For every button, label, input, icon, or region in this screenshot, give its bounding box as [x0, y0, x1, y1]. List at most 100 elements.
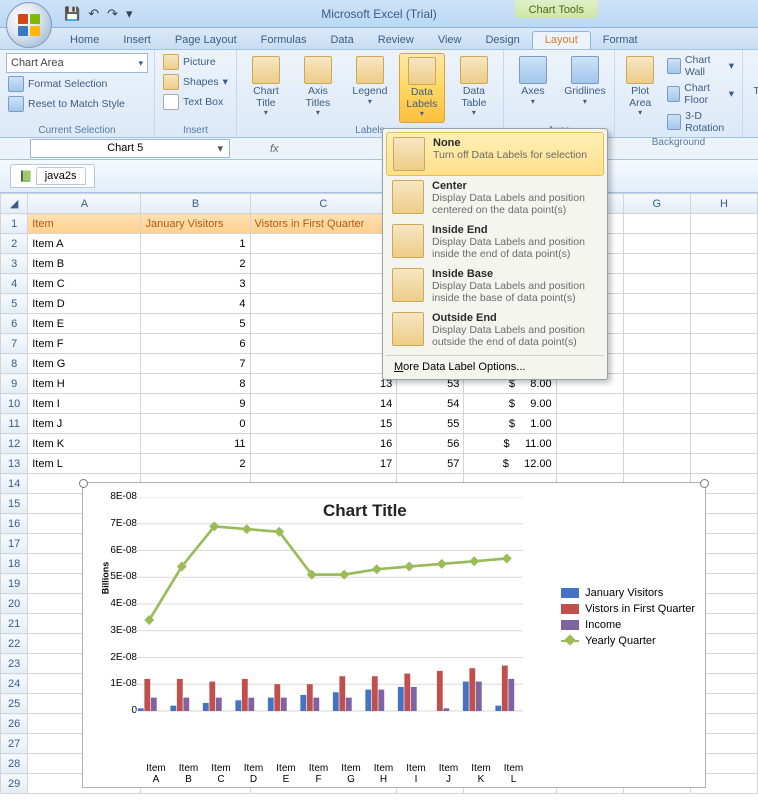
undo-icon[interactable]: ↶ — [88, 6, 99, 22]
cell-C10[interactable]: 14 — [250, 394, 397, 414]
row-header-9[interactable]: 9 — [1, 374, 28, 394]
trendline-button[interactable]: Trendlin — [749, 53, 758, 101]
chart-wall-button[interactable]: Chart Wall ▾ — [665, 53, 736, 79]
3d-rotation-button[interactable]: 3-D Rotation — [665, 109, 736, 135]
col-header-B[interactable]: B — [141, 194, 250, 214]
worksheet-grid[interactable]: ◢ABCDEFGH1ItemJanuary VisitorsVistors in… — [0, 193, 758, 794]
select-all-cell[interactable]: ◢ — [1, 194, 28, 214]
col-header-H[interactable]: H — [690, 194, 757, 214]
shapes-button[interactable]: Shapes ▾ — [161, 73, 230, 91]
tab-design[interactable]: Design — [473, 32, 531, 49]
data-labels-option-center[interactable]: CenterDisplay Data Labels and position c… — [386, 176, 604, 220]
row-header-4[interactable]: 4 — [1, 274, 28, 294]
data-labels-option-inside-base[interactable]: Inside BaseDisplay Data Labels and posit… — [386, 264, 604, 308]
row-header-28[interactable]: 28 — [1, 754, 28, 774]
cell-A2[interactable]: Item A — [28, 234, 141, 254]
embedded-chart[interactable]: Billions Chart Title 01E-082E-083E-084E-… — [82, 482, 706, 788]
cell-B11[interactable]: 0 — [141, 414, 250, 434]
picture-button[interactable]: Picture — [161, 53, 230, 71]
row-header-13[interactable]: 13 — [1, 454, 28, 474]
legend-item[interactable]: Income — [561, 619, 695, 631]
cell-C3[interactable] — [250, 254, 397, 274]
row-header-6[interactable]: 6 — [1, 314, 28, 334]
row-header-25[interactable]: 25 — [1, 694, 28, 714]
cell-B2[interactable]: 1 — [141, 234, 250, 254]
tab-formulas[interactable]: Formulas — [249, 32, 319, 49]
row-header-11[interactable]: 11 — [1, 414, 28, 434]
cell-D13[interactable]: 57 — [397, 454, 464, 474]
cell-C1[interactable]: Vistors in First Quarter — [250, 214, 397, 234]
cell-A9[interactable]: Item H — [28, 374, 141, 394]
cell-C8[interactable] — [250, 354, 397, 374]
cell-B9[interactable]: 8 — [141, 374, 250, 394]
col-header-A[interactable]: A — [28, 194, 141, 214]
row-header-10[interactable]: 10 — [1, 394, 28, 414]
cell-A7[interactable]: Item F — [28, 334, 141, 354]
workbook-tab-java2s[interactable]: 📗 java2s — [10, 164, 95, 188]
cell-A13[interactable]: Item L — [28, 454, 141, 474]
cell-B10[interactable]: 9 — [141, 394, 250, 414]
cell-C6[interactable] — [250, 314, 397, 334]
fx-icon[interactable]: fx — [270, 143, 279, 155]
tab-home[interactable]: Home — [58, 32, 111, 49]
cell-C5[interactable] — [250, 294, 397, 314]
data-labels-option-inside-end[interactable]: Inside EndDisplay Data Labels and positi… — [386, 220, 604, 264]
row-header-8[interactable]: 8 — [1, 354, 28, 374]
data-labels-option-none[interactable]: NoneTurn off Data Labels for selection — [386, 132, 604, 176]
cell-B6[interactable]: 5 — [141, 314, 250, 334]
cell-B13[interactable]: 2 — [141, 454, 250, 474]
cell-B3[interactable]: 2 — [141, 254, 250, 274]
row-header-7[interactable]: 7 — [1, 334, 28, 354]
row-header-20[interactable]: 20 — [1, 594, 28, 614]
cell-B12[interactable]: 11 — [141, 434, 250, 454]
cell-A12[interactable]: Item K — [28, 434, 141, 454]
cell-E11[interactable]: $ 1.00 — [464, 414, 556, 434]
cell-C9[interactable]: 13 — [250, 374, 397, 394]
row-header-2[interactable]: 2 — [1, 234, 28, 254]
legend-item[interactable]: Yearly Quarter — [561, 635, 695, 647]
row-header-3[interactable]: 3 — [1, 254, 28, 274]
row-header-16[interactable]: 16 — [1, 514, 28, 534]
data-table-button[interactable]: Data Table — [451, 53, 497, 123]
cell-D12[interactable]: 56 — [397, 434, 464, 454]
row-header-21[interactable]: 21 — [1, 614, 28, 634]
name-box[interactable]: Chart 5 — [30, 139, 230, 158]
cell-B4[interactable]: 3 — [141, 274, 250, 294]
row-header-27[interactable]: 27 — [1, 734, 28, 754]
axis-titles-button[interactable]: Axis Titles — [295, 53, 341, 123]
gridlines-button[interactable]: Gridlines — [562, 53, 608, 109]
row-header-26[interactable]: 26 — [1, 714, 28, 734]
cell-D11[interactable]: 55 — [397, 414, 464, 434]
chart-element-combo[interactable]: Chart Area — [6, 53, 148, 73]
cell-D10[interactable]: 54 — [397, 394, 464, 414]
office-button[interactable] — [6, 2, 52, 48]
data-labels-option-outside-end[interactable]: Outside EndDisplay Data Labels and posit… — [386, 308, 604, 352]
cell-B1[interactable]: January Visitors — [141, 214, 250, 234]
tab-data[interactable]: Data — [318, 32, 365, 49]
cell-A1[interactable]: Item — [28, 214, 141, 234]
col-header-C[interactable]: C — [250, 194, 397, 214]
tab-view[interactable]: View — [426, 32, 474, 49]
row-header-19[interactable]: 19 — [1, 574, 28, 594]
cell-E13[interactable]: $ 12.00 — [464, 454, 556, 474]
row-header-22[interactable]: 22 — [1, 634, 28, 654]
row-header-24[interactable]: 24 — [1, 674, 28, 694]
cell-A5[interactable]: Item D — [28, 294, 141, 314]
data-labels-button[interactable]: Data Labels — [399, 53, 445, 123]
legend-button[interactable]: Legend — [347, 53, 393, 123]
cell-C11[interactable]: 15 — [250, 414, 397, 434]
cell-B5[interactable]: 4 — [141, 294, 250, 314]
cell-C2[interactable] — [250, 234, 397, 254]
cell-C12[interactable]: 16 — [250, 434, 397, 454]
tab-insert[interactable]: Insert — [111, 32, 163, 49]
chart-legend[interactable]: January VisitorsVistors in First Quarter… — [561, 583, 695, 651]
tab-review[interactable]: Review — [366, 32, 426, 49]
reset-style-button[interactable]: Reset to Match Style — [6, 95, 148, 113]
cell-A3[interactable]: Item B — [28, 254, 141, 274]
chart-floor-button[interactable]: Chart Floor ▾ — [665, 81, 736, 107]
cell-E10[interactable]: $ 9.00 — [464, 394, 556, 414]
row-header-1[interactable]: 1 — [1, 214, 28, 234]
save-icon[interactable]: 💾 — [64, 6, 80, 22]
cell-A4[interactable]: Item C — [28, 274, 141, 294]
cell-E12[interactable]: $ 11.00 — [464, 434, 556, 454]
